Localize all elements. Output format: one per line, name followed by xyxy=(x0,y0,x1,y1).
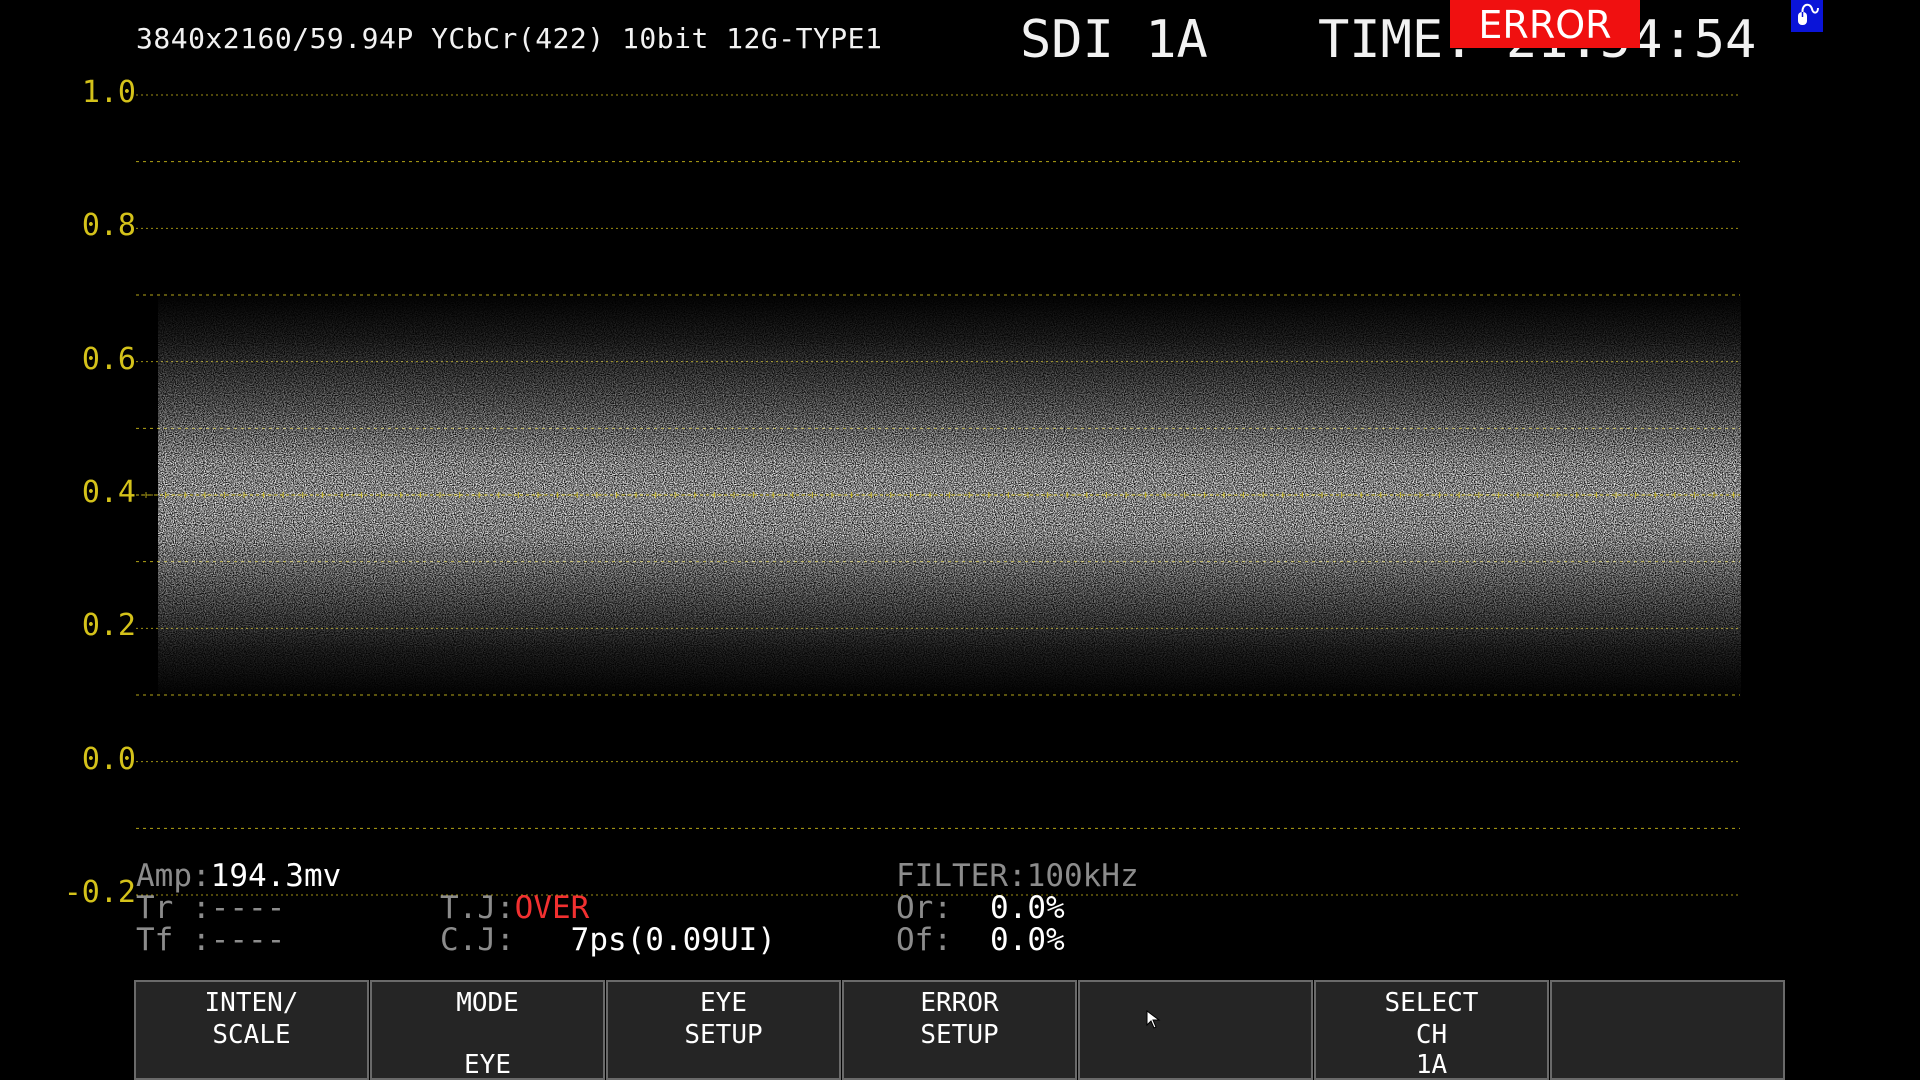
tr-value: ---- xyxy=(210,890,286,926)
softkey-value: 1A xyxy=(1415,1050,1448,1080)
softkey-value: EYE xyxy=(464,1050,511,1080)
of-value: 0.0% xyxy=(990,922,1065,958)
softkey-label: ERROR xyxy=(920,988,999,1018)
blank-softkey-5[interactable] xyxy=(1078,980,1313,1080)
cj-value: 7ps(0.09UI) xyxy=(570,922,776,958)
tj-readout: T.J:OVER xyxy=(440,890,589,926)
amp-readout: Amp:194.3mv xyxy=(136,858,341,894)
softkey-label: SETUP xyxy=(684,1020,763,1050)
y-axis-label: 0.0 xyxy=(81,741,136,777)
eye-pattern-display xyxy=(136,94,1741,896)
y-axis-label: 0.8 xyxy=(81,208,136,244)
or-readout: Or: 0.0% xyxy=(896,890,1065,926)
tf-label: Tf : xyxy=(136,922,211,958)
cj-readout: C.J: 7ps(0.09UI) xyxy=(440,922,776,958)
mode-softkey[interactable]: MODE EYE xyxy=(370,980,605,1080)
select-ch-softkey[interactable]: SELECT CH 1A xyxy=(1314,980,1549,1080)
cj-label: C.J: xyxy=(440,922,515,958)
eye-setup-softkey[interactable]: EYE SETUP xyxy=(606,980,841,1080)
error-setup-softkey[interactable]: ERROR SETUP xyxy=(842,980,1077,1080)
tr-label: Tr : xyxy=(136,890,211,926)
or-value: 0.0% xyxy=(990,890,1065,926)
of-readout: Of: 0.0% xyxy=(896,922,1065,958)
filter-readout: FILTER:100kHz xyxy=(896,858,1139,894)
softkey-label: SELECT xyxy=(1384,988,1479,1018)
y-axis-label: 0.4 xyxy=(81,475,136,510)
amp-value: 194.3mv xyxy=(210,858,342,894)
or-label: Or: xyxy=(896,890,952,926)
tf-readout: Tf :---- xyxy=(136,922,285,958)
softkey-label: INTEN/ xyxy=(204,988,299,1018)
amp-label: Amp: xyxy=(136,858,211,894)
softkey-bar: INTEN/ SCALE MODE EYE EYE SETUP ERROR SE… xyxy=(134,980,1786,1080)
y-axis-label: -0.2 xyxy=(63,875,136,910)
y-axis-label: 0.2 xyxy=(81,608,136,644)
y-axis-label: 1.0 xyxy=(81,75,136,110)
filter-value: 100kHz xyxy=(1026,858,1139,894)
tj-value: OVER xyxy=(514,890,590,926)
softkey-label: EYE xyxy=(700,988,747,1018)
y-axis-label: 0.6 xyxy=(81,341,136,377)
mouse-pointer-icon xyxy=(1146,1010,1161,1029)
tj-label: T.J: xyxy=(440,890,515,926)
softkey-label: SETUP xyxy=(920,1020,999,1050)
filter-label: FILTER: xyxy=(896,858,1027,894)
tr-readout: Tr :---- xyxy=(136,890,285,926)
softkey-label: CH xyxy=(1415,1020,1448,1050)
blank-softkey-7[interactable] xyxy=(1550,980,1785,1080)
softkey-label: SCALE xyxy=(212,1020,291,1050)
tf-value: ---- xyxy=(210,922,286,958)
softkey-label: MODE xyxy=(456,988,519,1018)
of-label: Of: xyxy=(896,922,952,958)
inten-scale-softkey[interactable]: INTEN/ SCALE xyxy=(134,980,369,1080)
